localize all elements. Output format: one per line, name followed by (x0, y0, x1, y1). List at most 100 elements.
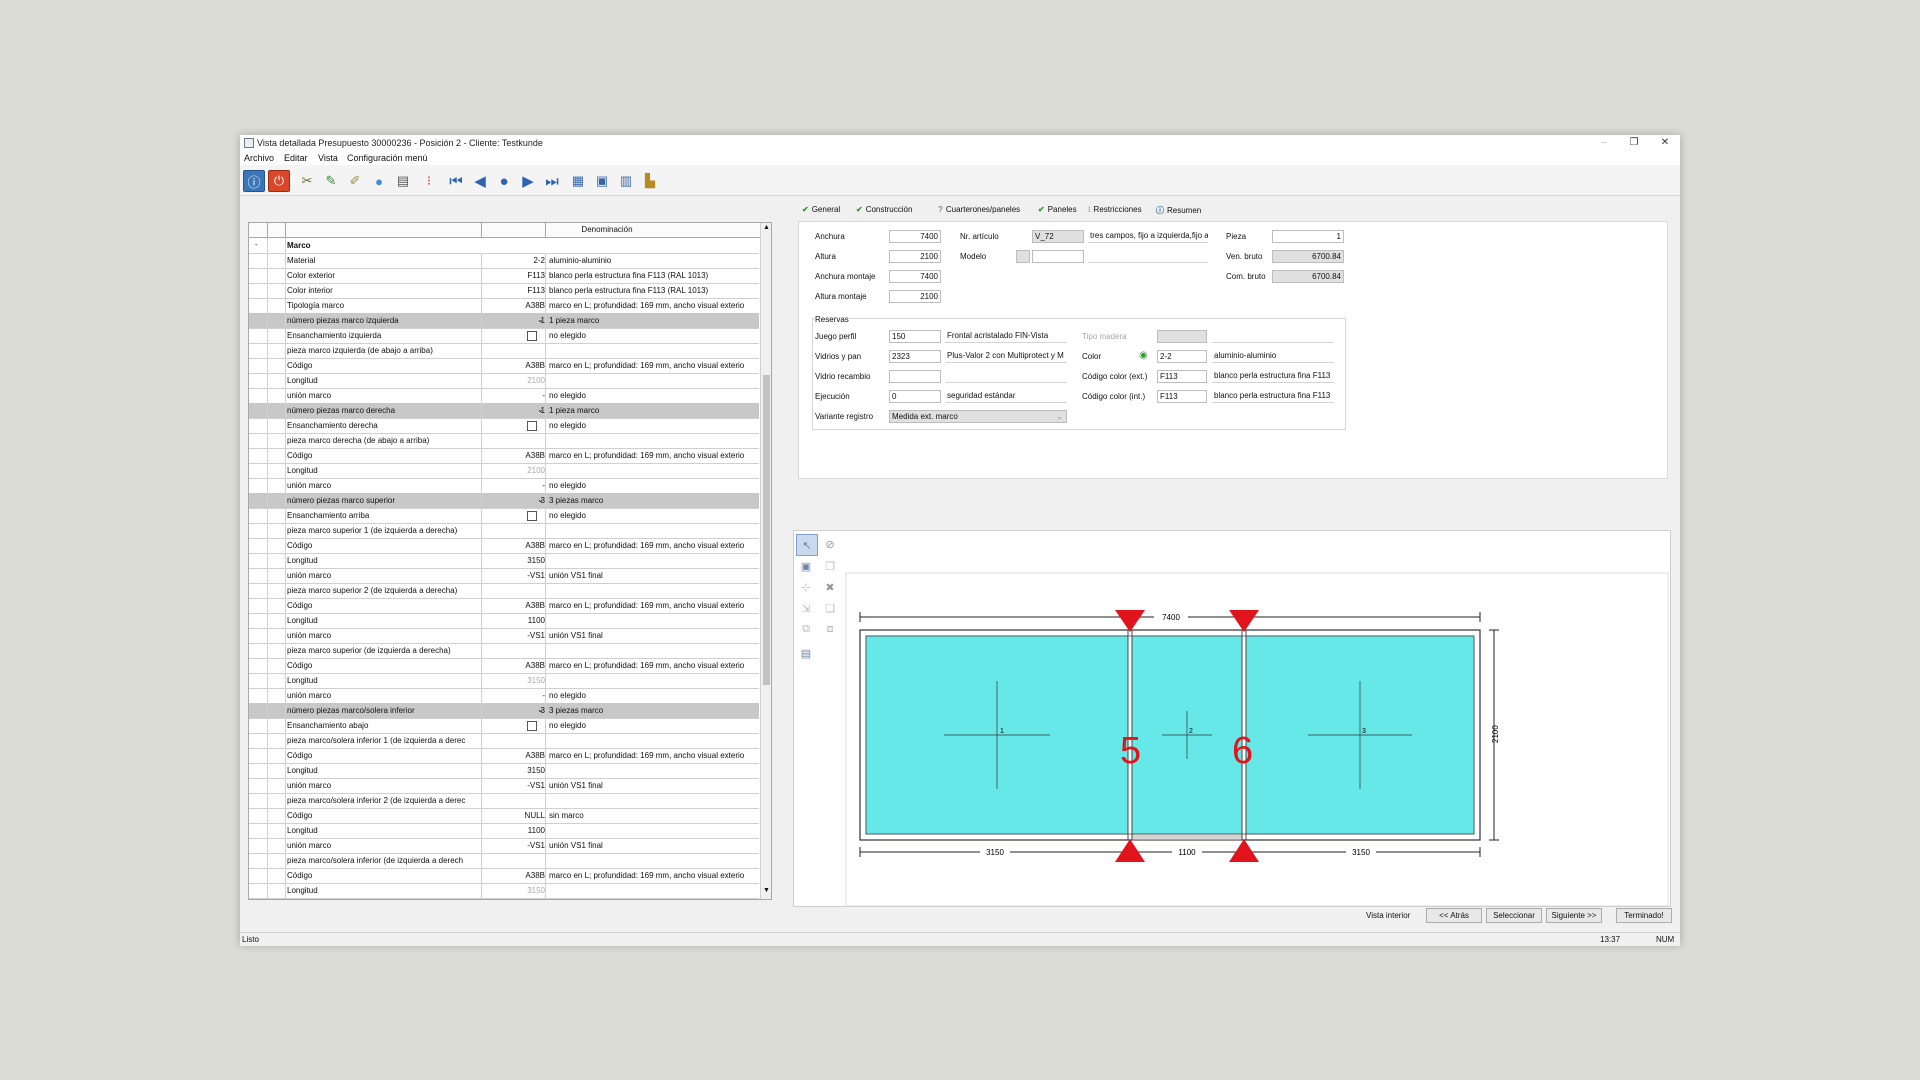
colors-icon[interactable]: ● (368, 170, 390, 192)
grid-row[interactable]: Código A38B marco en L; profundidad: 169 m… (249, 598, 759, 614)
row-value[interactable]: A38B (485, 451, 545, 460)
altura-montaje-field[interactable]: 2100 (889, 290, 941, 303)
row-value[interactable]: 3150 (485, 676, 545, 685)
grid-row[interactable]: Ensanchamiento abajo no elegido (249, 718, 759, 734)
menu-vista[interactable]: Vista (318, 153, 338, 163)
grid-row[interactable]: número piezas marco izquierda 1 ⌄ 1 pieza m… (249, 313, 759, 329)
grid-row[interactable]: Longitud 2100 (249, 463, 759, 479)
grid-row[interactable]: pieza marco superior 2 (de izquierda a d… (249, 583, 759, 599)
row-value[interactable]: 2-2 (485, 256, 545, 265)
grid-row[interactable]: Longitud 3150 (249, 763, 759, 779)
table-view-icon[interactable]: ▥ (615, 170, 637, 192)
grid-row[interactable]: Color interior F113 blanco perla estructur… (249, 283, 759, 299)
edit-icon[interactable]: ✎ (320, 170, 342, 192)
anchura-field[interactable]: 7400 (889, 230, 941, 243)
row-checkbox[interactable] (527, 421, 537, 431)
row-checkbox[interactable] (527, 721, 537, 731)
grid-row[interactable]: Tipología marco A38B marco en L; profundid… (249, 298, 759, 314)
juego-perfil-field[interactable]: 150 (889, 330, 941, 343)
row-value[interactable]: 1100 (485, 826, 545, 835)
scroll-down-icon[interactable]: ▼ (763, 887, 770, 894)
row-value[interactable]: 2100 (485, 466, 545, 475)
nr-articulo-field[interactable]: V_72 (1032, 230, 1084, 243)
scroll-thumb[interactable] (763, 375, 770, 685)
grid-row[interactable]: Código A38B marco en L; profundidad: 169 m… (249, 358, 759, 374)
traffic-light-icon[interactable]: ⁝ (418, 170, 440, 192)
chevron-down-icon[interactable]: ⌄ (537, 495, 544, 504)
collapse-toggle[interactable]: - (255, 240, 258, 249)
row-value[interactable]: - (485, 481, 545, 490)
document-icon[interactable]: ▤ (392, 170, 414, 192)
row-value[interactable]: F113 (485, 271, 545, 280)
row-value[interactable]: 3 (485, 706, 545, 715)
grid-row[interactable]: Longitud 1100 (249, 823, 759, 839)
tab-construccion[interactable]: ✔ Construcción (856, 205, 912, 214)
grid-view-icon[interactable]: ▦ (567, 170, 589, 192)
grid-row[interactable]: pieza marco superior 1 (de izquierda a d… (249, 523, 759, 539)
grid-row[interactable]: Código A38B marco en L; profundidad: 169 m… (249, 538, 759, 554)
grid-row[interactable]: pieza marco/solera inferior (de izquierd… (249, 853, 759, 869)
grid-row[interactable]: Longitud 3150 (249, 673, 759, 689)
menu-archivo[interactable]: Archivo (244, 153, 274, 163)
vidrios-field[interactable]: 2323 (889, 350, 941, 363)
grid-row[interactable]: Código NULL sin marco (249, 808, 759, 824)
grid-row[interactable]: Longitud 3150 (249, 553, 759, 569)
tab-general[interactable]: ✔ General (802, 205, 840, 214)
modelo-picker-icon[interactable] (1016, 250, 1030, 263)
row-checkbox[interactable] (527, 511, 537, 521)
close-button[interactable]: ✕ (1650, 136, 1680, 150)
back-button[interactable]: << Atrás (1426, 908, 1482, 923)
row-value[interactable]: A38B (485, 661, 545, 670)
tree-view-icon[interactable]: ▙ (639, 170, 661, 192)
row-value[interactable]: 3150 (485, 766, 545, 775)
codigo-int-field[interactable]: F113 (1157, 390, 1207, 403)
info-icon[interactable]: ⓘ (243, 170, 265, 192)
row-value[interactable]: A38B (485, 601, 545, 610)
first-icon[interactable]: ⏮ (445, 170, 467, 192)
grid-row[interactable]: número piezas marco superior 3 ⌄ 3 piezas m… (249, 493, 759, 509)
altura-field[interactable]: 2100 (889, 250, 941, 263)
grid-row[interactable]: unión marco -VS1 unión VS1 final (249, 838, 759, 854)
row-value[interactable]: 3 (485, 496, 545, 505)
menu-editar[interactable]: Editar (284, 153, 308, 163)
variante-select[interactable]: Medida ext. marco ⌄ (889, 410, 1067, 423)
chevron-down-icon[interactable]: ⌄ (537, 315, 544, 324)
grid-row[interactable]: Código A38B marco en L; profundidad: 169 m… (249, 868, 759, 884)
row-value[interactable]: A38B (485, 541, 545, 550)
anchura-montaje-field[interactable]: 7400 (889, 270, 941, 283)
grid-row[interactable]: unión marco -VS1 unión VS1 final (249, 568, 759, 584)
grid-row[interactable]: Código A38B marco en L; profundidad: 169 m… (249, 658, 759, 674)
grid-row[interactable]: número piezas marco/solera inferior 3 ⌄ 3 p… (249, 703, 759, 719)
row-value[interactable]: F113 (485, 286, 545, 295)
grid-row[interactable]: Material 2-2 aluminio-aluminio (249, 253, 759, 269)
row-value[interactable]: NULL (485, 811, 545, 820)
grid-row[interactable]: Ensanchamiento izquierda no elegido (249, 328, 759, 344)
select-view-icon[interactable]: ▣ (591, 170, 613, 192)
row-value[interactable]: -VS1 (485, 841, 545, 850)
grid-row[interactable]: Longitud 2100 (249, 373, 759, 389)
row-checkbox[interactable] (527, 331, 537, 341)
row-value[interactable]: A38B (485, 301, 545, 310)
finish-button[interactable]: Terminado! (1616, 908, 1672, 923)
chevron-down-icon[interactable]: ⌄ (537, 705, 544, 714)
grid-row[interactable]: unión marco - no elegido (249, 688, 759, 704)
row-value[interactable]: - (485, 391, 545, 400)
grid-row[interactable]: Color exterior F113 blanco perla estructur… (249, 268, 759, 284)
section-row-marco[interactable]: - Marco (249, 238, 759, 254)
row-value[interactable]: 1 (485, 406, 545, 415)
grid-row[interactable]: unión marco - no elegido (249, 478, 759, 494)
color-field[interactable]: 2-2 (1157, 350, 1207, 363)
color-palette-icon[interactable]: ◉ (1139, 350, 1148, 361)
row-value[interactable]: 3150 (485, 556, 545, 565)
column-header-denominacion[interactable]: Denominación (545, 225, 669, 234)
record-icon[interactable]: ● (493, 170, 515, 192)
row-value[interactable]: - (485, 691, 545, 700)
row-value[interactable]: 1 (485, 316, 545, 325)
grid-row[interactable]: unión marco - no elegido (249, 388, 759, 404)
tab-cuarterones[interactable]: ? Cuarterones/paneles (938, 205, 1020, 214)
modelo-field[interactable] (1032, 250, 1084, 263)
grid-row[interactable]: pieza marco/solera inferior 1 (de izquie… (249, 733, 759, 749)
pieza-field[interactable]: 1 (1272, 230, 1344, 243)
chevron-down-icon[interactable]: ⌄ (537, 405, 544, 414)
grid-row[interactable]: pieza marco derecha (de abajo a arriba) (249, 433, 759, 449)
